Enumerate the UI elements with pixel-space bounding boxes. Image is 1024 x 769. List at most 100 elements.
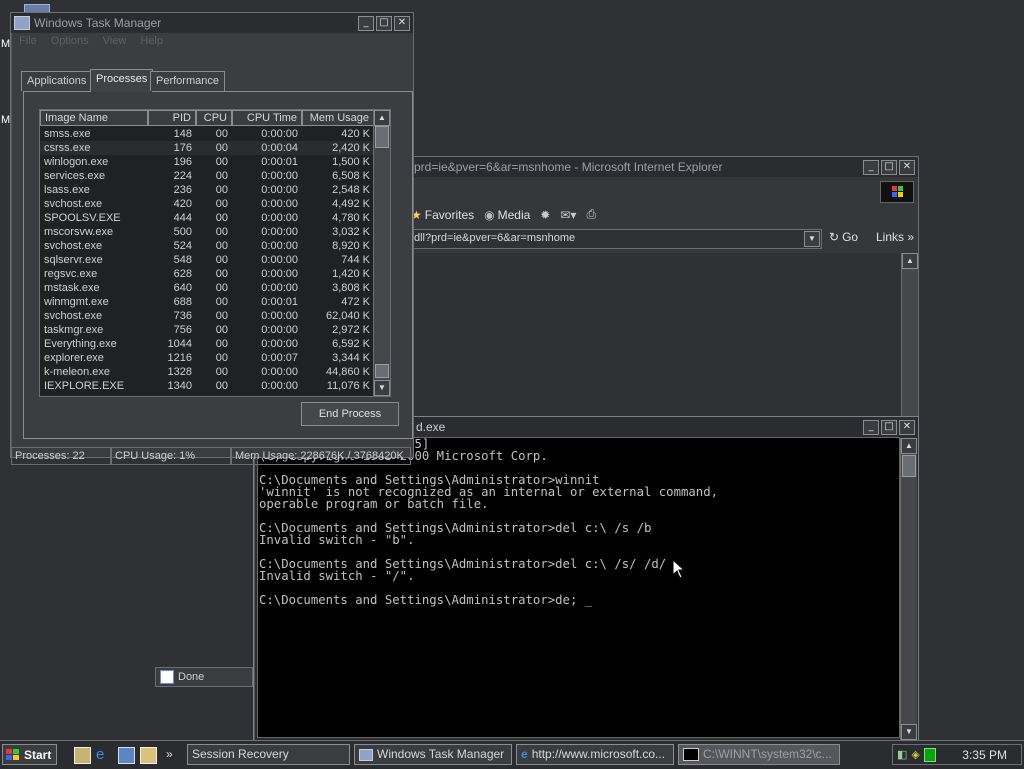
- menu-file[interactable]: File: [19, 35, 37, 47]
- favorites-button[interactable]: ★ Favorites: [411, 208, 474, 222]
- end-process-button[interactable]: End Process: [301, 402, 399, 426]
- mail-icon[interactable]: ✉▾: [560, 208, 576, 222]
- media-button[interactable]: ◉ Media: [484, 208, 530, 222]
- cell-image-name: taskmgr.exe: [44, 324, 104, 336]
- table-row[interactable]: smss.exe 148 00 0:00:00 420 K: [40, 127, 374, 141]
- console-line: Invalid switch - "b".: [259, 533, 415, 547]
- table-row[interactable]: k-meleon.exe 1328 00 0:00:00 44,860 K: [40, 365, 374, 379]
- column-pid[interactable]: PID: [148, 110, 196, 126]
- quicklaunch-desktop-icon[interactable]: [74, 747, 91, 764]
- maximize-button[interactable]: □: [881, 420, 897, 435]
- maximize-button[interactable]: □: [376, 16, 392, 31]
- menu-view[interactable]: View: [103, 35, 127, 47]
- table-row[interactable]: regsvc.exe 628 00 0:00:00 1,420 K: [40, 267, 374, 281]
- close-button[interactable]: ✕: [394, 16, 410, 31]
- favorites-label: Favorites: [424, 207, 475, 222]
- table-row[interactable]: SPOOLSV.EXE 444 00 0:00:00 4,780 K: [40, 211, 374, 225]
- quicklaunch-ie-icon[interactable]: e: [96, 747, 111, 762]
- cell-cpu-time: 0:00:00: [261, 198, 298, 210]
- tab-applications[interactable]: Applications: [21, 71, 93, 91]
- chevron-right-icon[interactable]: »: [166, 747, 181, 762]
- minimize-button[interactable]: _: [863, 160, 879, 175]
- cell-pid: 628: [173, 268, 192, 280]
- console-output[interactable]: 000 [Version 5.00.2195](C) Copyright 198…: [257, 437, 900, 738]
- close-button[interactable]: ✕: [899, 420, 915, 435]
- scroll-thumb-lower[interactable]: [375, 364, 389, 378]
- column-image-name[interactable]: Image Name: [40, 110, 148, 126]
- minimize-button[interactable]: _: [863, 420, 879, 435]
- table-row[interactable]: IEXPLORE.EXE 1340 00 0:00:00 11,076 K: [40, 379, 374, 393]
- tab-processes[interactable]: Processes: [90, 69, 154, 92]
- windows-flag-icon: [6, 748, 19, 760]
- address-input[interactable]: dll?prd=ie&pver=6&ar=msnhome ▼: [411, 229, 822, 249]
- tm-titlebar[interactable]: Windows Task Manager _ □ ✕: [11, 13, 413, 33]
- tray-status-icon[interactable]: [923, 747, 936, 762]
- cell-pid: 500: [173, 226, 192, 238]
- tab-performance[interactable]: Performance: [150, 71, 225, 91]
- table-row[interactable]: csrss.exe 176 00 0:00:04 2,420 K: [40, 141, 374, 155]
- column-cpu[interactable]: CPU: [196, 110, 232, 126]
- page-done-icon: [160, 670, 174, 684]
- start-label: Start: [24, 747, 52, 762]
- tray-app-icon[interactable]: ◈: [911, 748, 919, 761]
- table-row[interactable]: mscorsvw.exe 500 00 0:00:00 3,032 K: [40, 225, 374, 239]
- process-list-header: Image Name PID CPU CPU Time Mem Usage: [40, 110, 374, 126]
- process-list-scrollbar[interactable]: ▲ ▼: [373, 110, 390, 396]
- table-row[interactable]: winlogon.exe 196 00 0:00:01 1,500 K: [40, 155, 374, 169]
- console-line: Invalid switch - "/".: [259, 569, 415, 583]
- cell-cpu: 00: [215, 380, 228, 392]
- cell-pid: 176: [173, 142, 192, 154]
- column-mem-usage[interactable]: Mem Usage: [302, 110, 374, 126]
- quicklaunch-explorer-icon[interactable]: [140, 747, 157, 764]
- start-button[interactable]: Start: [2, 744, 57, 765]
- scroll-down-icon[interactable]: ▼: [901, 724, 917, 740]
- scroll-up-icon[interactable]: ▲: [901, 438, 917, 454]
- tray-network-icon[interactable]: ◧: [897, 748, 907, 761]
- cell-cpu: 00: [215, 128, 228, 140]
- menu-options[interactable]: Options: [51, 35, 89, 47]
- table-row[interactable]: lsass.exe 236 00 0:00:00 2,548 K: [40, 183, 374, 197]
- table-row[interactable]: mstask.exe 640 00 0:00:00 3,808 K: [40, 281, 374, 295]
- cell-image-name: svchost.exe: [44, 198, 103, 210]
- mouse-cursor-icon: [672, 559, 686, 579]
- history-icon[interactable]: ✹: [540, 208, 550, 222]
- maximize-button[interactable]: □: [881, 160, 897, 175]
- links-button[interactable]: Links »: [876, 230, 914, 244]
- process-list[interactable]: Image Name PID CPU CPU Time Mem Usage sm…: [39, 109, 391, 397]
- table-row[interactable]: winmgmt.exe 688 00 0:00:01 472 K: [40, 295, 374, 309]
- cell-image-name: regsvc.exe: [44, 268, 98, 280]
- cell-image-name: Everything.exe: [44, 338, 117, 350]
- taskbar-button-ie[interactable]: e http://www.microsoft.co...: [516, 744, 674, 765]
- table-row[interactable]: Everything.exe 1044 00 0:00:00 6,592 K: [40, 337, 374, 351]
- print-icon[interactable]: ⎙: [586, 207, 596, 222]
- scroll-up-icon[interactable]: ▲: [374, 110, 390, 126]
- scroll-up-icon[interactable]: ▲: [902, 253, 918, 269]
- table-row[interactable]: svchost.exe 524 00 0:00:00 8,920 K: [40, 239, 374, 253]
- go-button[interactable]: ↻ Go: [829, 230, 858, 244]
- cell-cpu-time: 0:00:00: [261, 254, 298, 266]
- menu-help[interactable]: Help: [140, 35, 163, 47]
- table-row[interactable]: services.exe 224 00 0:00:00 6,508 K: [40, 169, 374, 183]
- close-button[interactable]: ✕: [899, 160, 915, 175]
- taskbar-button-cmd[interactable]: C:\WINNT\system32\c...: [678, 744, 840, 765]
- minimize-button[interactable]: _: [358, 16, 374, 31]
- taskbar-button-label: C:\WINNT\system32\c...: [703, 747, 832, 761]
- scroll-thumb[interactable]: [902, 455, 916, 477]
- cmd-scrollbar[interactable]: ▲ ▼: [900, 438, 917, 740]
- table-row[interactable]: taskmgr.exe 756 00 0:00:00 2,972 K: [40, 323, 374, 337]
- scroll-down-icon[interactable]: ▼: [374, 380, 390, 396]
- quicklaunch-outlook-icon[interactable]: [118, 747, 135, 764]
- cell-image-name: services.exe: [44, 170, 106, 182]
- scroll-thumb[interactable]: [375, 126, 389, 148]
- table-row[interactable]: sqlservr.exe 548 00 0:00:00 744 K: [40, 253, 374, 267]
- cell-cpu: 00: [215, 212, 228, 224]
- taskbar-button-session-recovery[interactable]: Session Recovery: [187, 744, 350, 765]
- status-cpu: CPU Usage: 1%: [111, 447, 231, 465]
- column-cpu-time[interactable]: CPU Time: [232, 110, 302, 126]
- windows-logo-icon: [880, 181, 914, 203]
- table-row[interactable]: svchost.exe 420 00 0:00:00 4,492 K: [40, 197, 374, 211]
- address-dropdown-arrow-icon[interactable]: ▼: [804, 231, 820, 247]
- table-row[interactable]: explorer.exe 1216 00 0:00:07 3,344 K: [40, 351, 374, 365]
- table-row[interactable]: svchost.exe 736 00 0:00:00 62,040 K: [40, 309, 374, 323]
- taskbar-button-task-manager[interactable]: Windows Task Manager: [354, 744, 512, 765]
